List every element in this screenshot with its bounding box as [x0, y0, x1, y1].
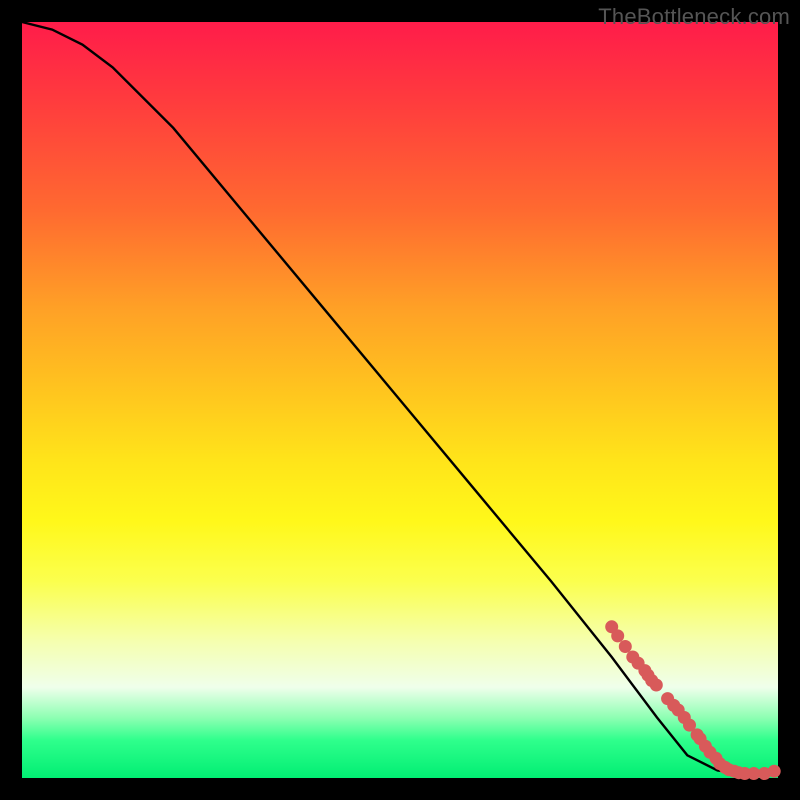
watermark-text: TheBottleneck.com	[598, 4, 790, 30]
data-marker	[650, 679, 663, 692]
chart-svg	[22, 22, 778, 778]
data-marker	[611, 629, 624, 642]
marker-group	[605, 620, 781, 780]
main-curve	[22, 22, 778, 774]
chart-frame: TheBottleneck.com	[0, 0, 800, 800]
plot-area	[22, 22, 778, 778]
data-marker	[619, 640, 632, 653]
data-marker	[768, 765, 781, 778]
